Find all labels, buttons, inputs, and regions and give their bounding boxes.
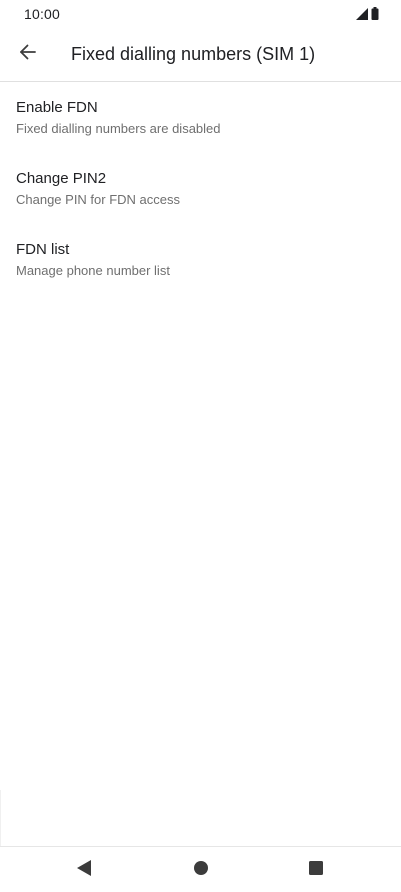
fdn-settings-screen: 10:00 Fixed dialling numbers (SIM 1) Ena… bbox=[0, 0, 401, 892]
signal-icon bbox=[356, 7, 368, 25]
item-subtitle: Change PIN for FDN access bbox=[16, 192, 181, 207]
settings-item-change-pin2[interactable]: Change PIN2 Change PIN for FDN access bbox=[0, 153, 401, 224]
settings-item-fdn-list[interactable]: FDN list Manage phone number list bbox=[0, 224, 401, 295]
nav-back-button[interactable] bbox=[73, 859, 95, 881]
item-title: Enable FDN bbox=[16, 99, 98, 116]
item-subtitle: Manage phone number list bbox=[16, 263, 170, 278]
settings-item-enable-fdn[interactable]: Enable FDN Fixed dialling numbers are di… bbox=[0, 82, 401, 153]
status-icons bbox=[356, 7, 379, 25]
item-subtitle: Fixed dialling numbers are disabled bbox=[16, 121, 221, 136]
status-time: 10:00 bbox=[24, 6, 61, 22]
nav-home-icon bbox=[193, 860, 209, 881]
battery-icon bbox=[371, 7, 379, 25]
item-title: FDN list bbox=[16, 241, 70, 258]
app-bar: Fixed dialling numbers (SIM 1) bbox=[0, 28, 401, 82]
arrow-back-icon bbox=[19, 43, 37, 66]
nav-recents-icon bbox=[308, 860, 324, 881]
nav-recents-button[interactable] bbox=[305, 859, 327, 881]
page-title: Fixed dialling numbers (SIM 1) bbox=[71, 44, 316, 64]
status-bar: 10:00 bbox=[0, 0, 401, 28]
nav-back-icon bbox=[76, 859, 92, 882]
edge-divider bbox=[0, 790, 1, 846]
item-title: Change PIN2 bbox=[16, 170, 107, 187]
settings-list: Enable FDN Fixed dialling numbers are di… bbox=[0, 82, 401, 295]
navigation-bar bbox=[0, 846, 401, 892]
nav-home-button[interactable] bbox=[190, 859, 212, 881]
back-button[interactable] bbox=[12, 38, 44, 70]
